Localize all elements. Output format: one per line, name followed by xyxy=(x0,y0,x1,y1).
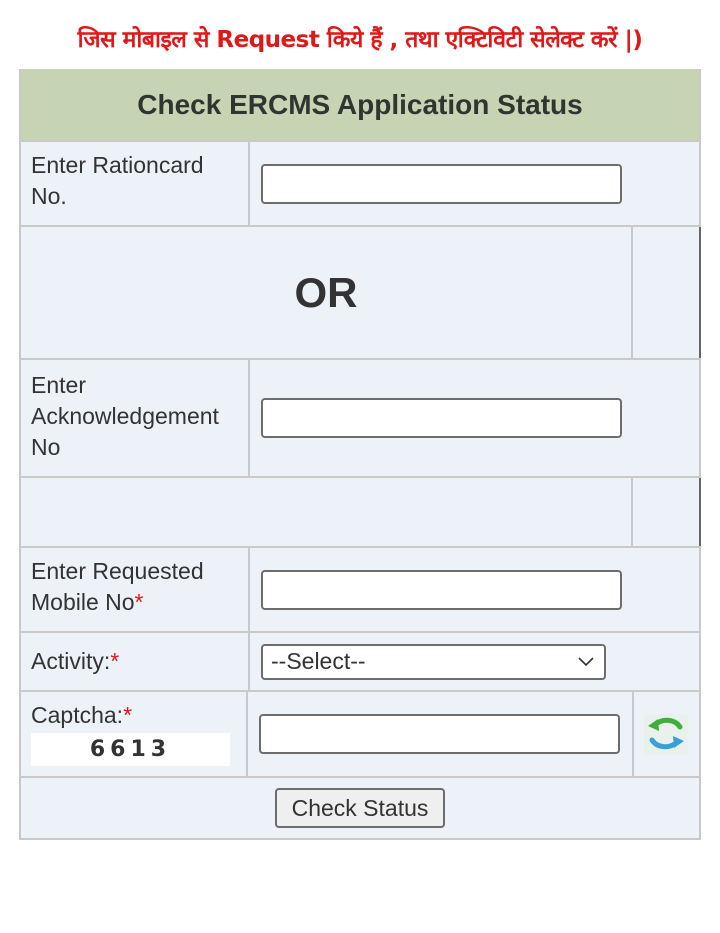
or-separator: OR xyxy=(21,227,633,358)
captcha-label-text: Captcha: xyxy=(31,702,124,728)
rationcard-label: Enter Rationcard No. xyxy=(21,142,250,225)
instruction-notice: जिस मोबाइल से Request किये हैं , तथा एक्… xyxy=(77,27,643,53)
acknowledgement-label: Enter Acknowledgement No xyxy=(21,360,250,476)
activity-label-text: Activity: xyxy=(31,648,111,674)
chevron-down-icon xyxy=(578,656,594,666)
rationcard-row: Enter Rationcard No. xyxy=(21,140,699,225)
spacer-cell xyxy=(21,478,633,546)
captcha-label: Captcha:* 6613 xyxy=(21,692,248,776)
acknowledgement-row: Enter Acknowledgement No xyxy=(21,358,699,476)
activity-row: Activity: * --Select-- xyxy=(21,631,699,690)
required-asterisk: * xyxy=(123,702,133,728)
spacer-row xyxy=(21,476,701,546)
check-status-button[interactable]: Check Status xyxy=(274,788,446,828)
mobile-label: Enter Requested Mobile No* xyxy=(21,548,250,631)
mobile-input[interactable] xyxy=(261,569,622,610)
form-title: Check ERCMS Application Status xyxy=(21,69,699,140)
acknowledgement-input[interactable] xyxy=(261,398,622,438)
or-row: OR xyxy=(21,225,701,358)
rationcard-input[interactable] xyxy=(261,163,622,204)
refresh-icon xyxy=(644,714,689,754)
captcha-image: 6613 xyxy=(31,733,230,766)
status-form-table: Check ERCMS Application Status Enter Rat… xyxy=(19,69,701,840)
mobile-label-text: Enter Requested Mobile No xyxy=(31,558,204,615)
required-asterisk: * xyxy=(110,648,120,674)
activity-selected-value: --Select-- xyxy=(271,648,366,674)
captcha-row: Captcha:* 6613 xyxy=(21,690,699,776)
required-asterisk: * xyxy=(134,589,144,615)
captcha-refresh-button[interactable] xyxy=(631,692,699,776)
mobile-row: Enter Requested Mobile No* xyxy=(21,546,699,631)
activity-label: Activity: * xyxy=(21,633,250,690)
submit-row: Check Status xyxy=(21,776,699,838)
or-side-cell xyxy=(633,227,701,358)
activity-select[interactable]: --Select-- xyxy=(261,643,606,680)
spacer-side-cell xyxy=(633,478,701,546)
captcha-input[interactable] xyxy=(258,714,620,754)
